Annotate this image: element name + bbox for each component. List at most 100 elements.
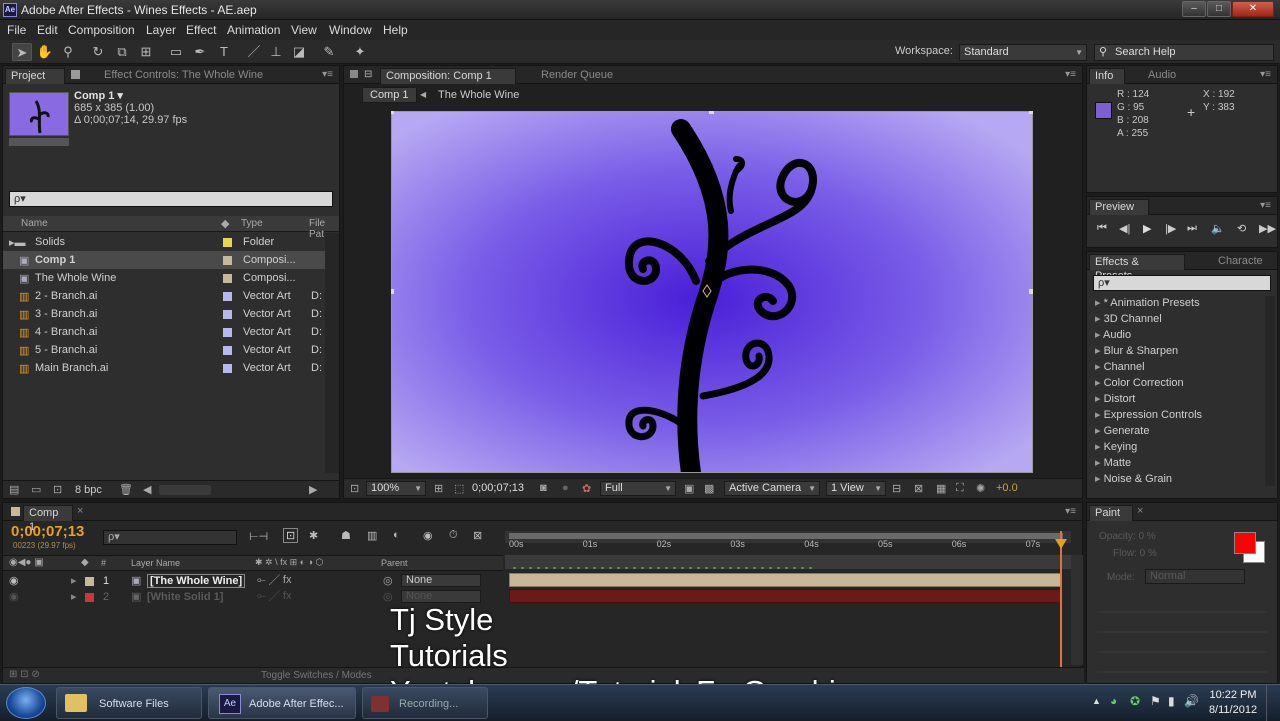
pan-behind-tool-icon[interactable]: ⊞ [136,43,156,61]
menu-layer[interactable]: Layer [146,23,176,37]
panel-menu-icon[interactable]: ▾≡ [1065,69,1076,80]
puppet-pin-tool-icon[interactable]: ✦ [350,43,370,61]
layer-name[interactable]: [The Whole Wine] [147,574,246,588]
effects-category[interactable]: ▸ Distort [1095,392,1135,405]
timeline-current-time[interactable]: 0;00;07;13 [11,523,84,540]
label-color-swatch[interactable] [223,346,232,355]
effects-category[interactable]: ▸ Color Correction [1095,376,1184,389]
paint-mode-dropdown[interactable]: Normal [1145,569,1245,584]
effects-category[interactable]: ▸ Channel [1095,360,1145,373]
tray-signal-icon[interactable]: ▮ [1168,694,1175,708]
current-time-indicator[interactable] [1060,531,1062,671]
timeline-v-scroll[interactable] [1071,555,1083,665]
toggle-switches-modes[interactable]: Toggle Switches / Modes [261,670,372,681]
minimize-button[interactable]: – [1182,1,1206,17]
expand-triangle-icon[interactable]: ▸ [1095,473,1104,484]
menu-edit[interactable]: Edit [37,23,58,37]
col-layer-name[interactable]: Layer Name [131,558,180,568]
audio-icon[interactable]: 🔈 [1211,222,1225,235]
taskbar-recording[interactable]: Recording... [362,687,488,719]
toggle-pixel-aspect-icon[interactable]: ⊟ [892,482,901,495]
visibility-eye-icon[interactable]: ◉ [9,590,19,603]
expand-triangle-icon[interactable]: ▸ [1095,393,1104,405]
trash-icon[interactable]: 🗑 [119,483,133,496]
layer-bar-white-solid[interactable] [509,589,1061,603]
rotation-tool-icon[interactable]: ↻ [88,43,108,61]
taskbar-software-files[interactable]: Software Files [56,687,202,719]
workspace-dropdown[interactable]: Standard ▼ [959,44,1087,61]
pen-tool-icon[interactable]: ✒ [190,43,210,61]
label-tag-icon[interactable]: ◆ [221,217,229,230]
tab-paint[interactable]: Paint [1089,505,1133,521]
parent-pickwhip-icon[interactable]: ◎ [383,574,393,587]
tab-project[interactable]: Project [5,68,65,84]
hide-shy-layers-icon[interactable]: ☗ [341,529,351,542]
tray-update-icon[interactable]: ✪ [1130,694,1140,708]
label-color-swatch[interactable] [223,364,232,373]
effects-category[interactable]: ▸ Matte [1095,456,1131,469]
region-of-interest-icon[interactable]: ▣ [684,482,694,495]
playhead-icon[interactable] [1055,539,1067,549]
flowchart-icon[interactable]: ⛶ [956,482,964,495]
project-item[interactable]: ▸▬ Solids Folder [3,233,325,251]
paint-flow[interactable]: Flow: 0 % [1113,548,1157,559]
close-tab-icon[interactable]: × [1137,505,1143,517]
comp-lock-icon[interactable]: ⊟ [364,69,372,80]
show-desktop-button[interactable] [1266,685,1280,721]
col-name[interactable]: Name [21,218,48,229]
col-parent[interactable]: Parent [381,558,408,568]
brainstorm-icon[interactable]: ◉ [423,529,433,542]
snapshot-camera-icon[interactable]: ◙ [540,482,547,494]
auto-keyframe-icon[interactable]: ⏱ [449,529,458,542]
tab-render-queue[interactable]: Render Queue [536,68,618,84]
menu-file[interactable]: File [7,23,26,37]
rectangle-tool-icon[interactable]: ▭ [166,43,186,61]
visibility-eye-icon[interactable]: ◉ [9,574,19,587]
comp-mini-flowchart-icon[interactable]: ⊢⊣ [249,530,268,543]
tab-audio[interactable]: Audio [1143,68,1181,84]
view-layout-dropdown[interactable]: 1 View ▼ [826,481,886,496]
eraser-tool-icon[interactable]: ◪ [289,43,309,61]
footer-switch-icons[interactable]: ⊞ ⊡ ⊘ [9,669,40,680]
expand-triangle-icon[interactable]: ▸ [1095,377,1104,389]
effects-category[interactable]: ▸ * Animation Presets [1095,296,1200,309]
menu-window[interactable]: Window [329,23,372,37]
camera-dropdown[interactable]: Active Camera ▼ [724,481,820,496]
tab-effect-controls[interactable]: Effect Controls: The Whole Wine [99,68,268,84]
bpc-label[interactable]: 8 bpc [75,484,102,496]
selection-tool-icon[interactable]: ➤ [12,43,32,61]
tab-info[interactable]: Info [1089,68,1125,84]
expand-triangle-icon[interactable]: ▸ [1095,345,1104,357]
menu-effect[interactable]: Effect [186,23,216,37]
expand-triangle-icon[interactable]: ▸ [1095,457,1104,469]
brush-tool-icon[interactable]: ／ [244,43,264,61]
tab-effects-presets[interactable]: Effects & Presets [1089,254,1185,282]
project-item[interactable]: ▥ 2 - Branch.ai Vector Art D: [3,287,325,305]
ram-preview-icon[interactable]: ▶▶ [1259,222,1276,235]
camera-tool-icon[interactable]: ⧉ [112,43,132,61]
tab-character[interactable]: Characte [1213,254,1268,270]
maximize-button[interactable]: □ [1207,1,1231,17]
twirl-triangle-icon[interactable]: ▸ [71,590,77,603]
menu-composition[interactable]: Composition [68,23,135,37]
live-update-icon[interactable]: ⊡ [283,528,299,543]
timeline-icon[interactable]: ▦ [936,482,946,495]
label-color-swatch[interactable] [223,292,232,301]
first-frame-icon[interactable]: ⏮ [1097,222,1107,235]
effects-category[interactable]: ▸ Audio [1095,328,1131,341]
project-item[interactable]: ▥ 3 - Branch.ai Vector Art D: [3,305,325,323]
start-button[interactable] [6,687,46,719]
effects-category[interactable]: ▸ Keying [1095,440,1137,453]
label-color-swatch[interactable] [223,238,232,247]
transparency-grid-icon[interactable]: ▩ [704,482,714,495]
project-h-scroll-thumb[interactable] [159,485,211,495]
layer-label-swatch[interactable] [85,593,94,602]
motion-blur-icon[interactable]: ◐ [393,529,400,541]
paint-opacity[interactable]: Opacity: 0 % [1099,531,1156,542]
show-hidden-icons[interactable]: ▲ [1092,696,1101,706]
always-preview-icon[interactable]: ⊡ [350,482,359,495]
expand-triangle-icon[interactable]: ▸ [1095,441,1104,453]
layer-row[interactable]: ◉ ▸ 1 ▣ [The Whole Wine] ⟜ ╱ fx ◎ None [3,573,503,589]
hand-tool-icon[interactable]: ✋ [35,43,55,61]
breadcrumb-whole-wine[interactable]: The Whole Wine [438,89,519,101]
